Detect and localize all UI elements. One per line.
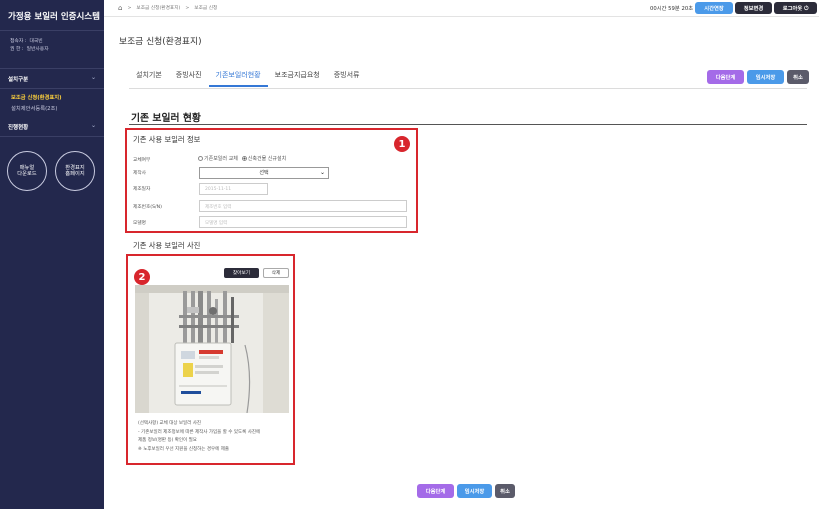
sidebar-group-label: 진행현황	[8, 125, 29, 131]
browse-button[interactable]: 찾아보기	[224, 268, 259, 278]
user-info: 접속자 : 대국빈 권 한 : 일반사용자	[0, 31, 104, 69]
session-timer: 00시간 59분 20초	[650, 6, 694, 12]
breadcrumb-item[interactable]: 보조금 신청(환경표지)	[136, 5, 180, 11]
boiler-photo-title: 기존 사용 보일러 사진	[133, 241, 201, 250]
delete-button[interactable]: 삭제	[263, 268, 289, 278]
user-name: 대국빈	[29, 39, 43, 44]
sidebar-item-proposal[interactable]: 설치제안서등록(2조)	[11, 104, 104, 115]
radio-icon	[198, 156, 203, 161]
replacement-label: 교체여부	[133, 158, 151, 163]
radio-selected-icon	[241, 156, 247, 161]
sidebar-group-label: 설치구분	[8, 77, 29, 83]
marker-1: 1	[394, 136, 410, 152]
user-label: 접속자 :	[10, 39, 27, 44]
radio-new-install[interactable]: 신축건물 신규설치	[241, 155, 287, 162]
chevron-down-icon: ⌄	[90, 74, 96, 81]
sidebar-group-status[interactable]: 진행현황 ⌄	[0, 117, 104, 137]
home-icon[interactable]: ⌂	[118, 4, 122, 12]
boiler-photo-image	[135, 285, 289, 413]
role-label: 권 한 :	[10, 47, 24, 52]
page-title: 보조금 신청(환경표지)	[119, 37, 202, 47]
boiler-photo	[135, 285, 289, 413]
next-step-button-bottom[interactable]: 다음단계	[417, 484, 454, 498]
manual-download-label: 매뉴얼 다운로드	[17, 164, 37, 178]
manufacture-date-label: 제조일자	[133, 187, 151, 192]
manufacture-date-input[interactable]: 2015-11-11	[199, 183, 268, 195]
temp-save-button-bottom[interactable]: 임시저장	[457, 484, 492, 498]
breadcrumb-separator: >	[127, 5, 132, 11]
sidebar-group-install[interactable]: 설치구분 ⌄	[0, 69, 104, 89]
replacement-radio-group: 기존보일러 교체 신축건물 신규설치	[198, 155, 286, 162]
section-divider	[129, 124, 807, 125]
maker-label: 제작사	[133, 171, 146, 176]
breadcrumb-item: 보조금 신청	[194, 6, 218, 11]
photo-notes: (선택사항) 교체 대상 보일러 사진 - 기존보일러 제조정보에 따른 제작사…	[138, 420, 293, 454]
photo-note: - 기존보일러 제조정보에 따른 제작사 가입을 할 수 있도록 사진에	[138, 429, 261, 435]
sidebar-item-subsidy[interactable]: 보조금 신청(환경표지)	[11, 93, 104, 104]
breadcrumb-separator: >	[185, 5, 190, 11]
manual-download-link[interactable]: 매뉴얼 다운로드	[7, 151, 47, 191]
photo-note: ※ 노후보일러 우선 지원을 신청하는 경우에 제출	[138, 446, 230, 452]
section-title: 기존 보일러 현황	[131, 113, 201, 124]
radio-replace[interactable]: 기존보일러 교체	[198, 155, 238, 162]
top-action-buttons: 다음단계 임시저장 취소	[707, 70, 809, 84]
sidebar: 가정용 보일러 인증시스템 접속자 : 대국빈 권 한 : 일반사용자 설치구분…	[0, 0, 104, 509]
photo-note: (선택사항) 교체 대상 보일러 사진	[138, 421, 202, 426]
topbar: ⌂ > 보조금 신청(환경표지) > 보조금 신청 00시간 59분 20초 시…	[104, 0, 819, 17]
extend-time-button[interactable]: 시간연장	[695, 2, 733, 14]
serial-label: 제조번호(S/N)	[133, 205, 162, 210]
tab-proof-documents[interactable]: 증빙서류	[327, 70, 367, 87]
radio-replace-label: 기존보일러 교체	[204, 156, 238, 162]
radio-new-install-label: 신축건물 신규설치	[247, 156, 287, 162]
cancel-button[interactable]: 취소	[787, 70, 809, 84]
eco-label-homepage-label: 환경표지 홈페이지	[65, 164, 85, 178]
serial-input[interactable]: 제조번호 입력	[199, 200, 407, 212]
edit-info-button[interactable]: 정보변경	[735, 2, 772, 14]
temp-save-button[interactable]: 임시저장	[747, 70, 784, 84]
maker-select[interactable]: 선택 ⌄	[199, 167, 329, 179]
tab-existing-boiler[interactable]: 기존보일러현황	[208, 70, 268, 87]
tab-bar: 설치기본 증빙사진 기존보일러현황 보조금지급요청 증빙서류	[129, 70, 366, 87]
logout-button[interactable]: 로그아웃 ⏻	[774, 2, 817, 14]
boiler-info-title: 기존 사용 보일러 정보	[133, 135, 201, 144]
sidebar-links: 매뉴얼 다운로드 환경표지 홈페이지	[0, 137, 104, 191]
model-input[interactable]: 모델명 입력	[199, 216, 407, 228]
breadcrumb: ⌂ > 보조금 신청(환경표지) > 보조금 신청	[118, 4, 217, 12]
sidebar-submenu: 보조금 신청(환경표지) 설치제안서등록(2조)	[0, 89, 104, 117]
maker-select-value: 선택	[259, 170, 269, 176]
tab-divider	[129, 88, 807, 89]
eco-label-homepage-link[interactable]: 환경표지 홈페이지	[55, 151, 95, 191]
chevron-down-icon: ⌄	[90, 122, 96, 129]
next-step-button[interactable]: 다음단계	[707, 70, 744, 84]
photo-note: 제품 정보(명판 등) 확인이 필요	[138, 438, 197, 443]
model-label: 모델명	[133, 221, 146, 226]
marker-2: 2	[134, 269, 150, 285]
bottom-action-buttons: 다음단계 임시저장 취소	[417, 484, 515, 498]
cancel-button-bottom[interactable]: 취소	[495, 484, 515, 498]
chevron-down-icon: ⌄	[319, 169, 325, 176]
tab-subsidy-request[interactable]: 보조금지급요청	[268, 70, 327, 87]
tab-install-basic[interactable]: 설치기본	[129, 70, 169, 87]
tab-proof-photos[interactable]: 증빙사진	[169, 70, 209, 87]
app-title: 가정용 보일러 인증시스템	[0, 0, 104, 31]
user-role: 일반사용자	[26, 47, 49, 52]
